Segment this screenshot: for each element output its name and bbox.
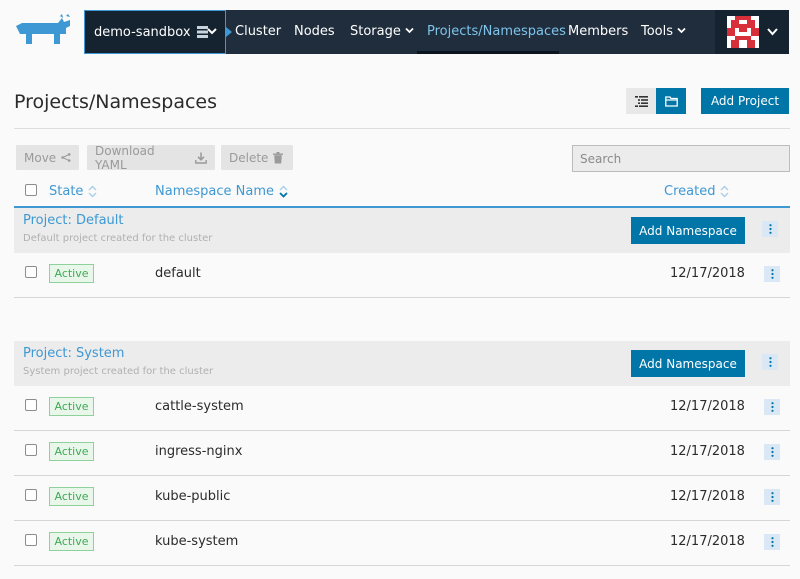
chevron-down-icon: [207, 28, 217, 35]
row-checkbox[interactable]: [25, 399, 37, 411]
nav-storage[interactable]: Storage: [350, 10, 415, 54]
search-input[interactable]: [572, 145, 790, 172]
group-view-button[interactable]: [656, 88, 686, 114]
created-date: 12/17/2018: [670, 444, 745, 459]
add-namespace-button[interactable]: Add Namespace: [631, 217, 745, 244]
sort-icon: [720, 185, 729, 198]
avatar: [727, 16, 759, 48]
list-view-button[interactable]: [626, 88, 656, 114]
trash-icon: [273, 151, 284, 163]
sort-descending-icon: [279, 185, 288, 198]
sort-icon: [88, 185, 97, 198]
status-badge: Active: [49, 442, 94, 461]
nav-tools[interactable]: Tools: [641, 10, 687, 54]
row-checkbox[interactable]: [25, 266, 37, 278]
status-badge: Active: [49, 397, 94, 416]
project-name-link[interactable]: Project: Default: [23, 213, 124, 228]
selector-arrow-icon: [226, 27, 232, 37]
status-badge: Active: [49, 532, 94, 551]
nav-storage-label: Storage: [350, 24, 401, 39]
rancher-logo-icon[interactable]: [14, 14, 76, 48]
add-project-button[interactable]: Add Project: [701, 88, 789, 114]
chevron-down-icon: [677, 27, 686, 34]
cluster-selector[interactable]: demo-sandbox: [84, 10, 226, 54]
user-menu[interactable]: [715, 10, 789, 54]
row-actions-button[interactable]: [764, 489, 780, 505]
table-row: Active kube-public 12/17/2018: [14, 476, 790, 521]
table-row: Active ingress-nginx 12/17/2018: [14, 431, 790, 476]
project-actions-button[interactable]: [762, 354, 778, 370]
active-tab-indicator: [417, 51, 559, 54]
kebab-menu-icon: [770, 492, 774, 502]
row-checkbox[interactable]: [25, 444, 37, 456]
list-tree-icon: [634, 95, 648, 107]
download-icon: [195, 152, 207, 164]
row-actions-button[interactable]: [764, 399, 780, 415]
move-label: Move: [24, 150, 57, 165]
nav-projects-namespaces[interactable]: Projects/Namespaces: [427, 10, 566, 54]
project-header: Project: Default Default project created…: [14, 208, 790, 253]
kebab-menu-icon: [770, 269, 774, 279]
created-date: 12/17/2018: [670, 489, 745, 504]
namespace-name: kube-system: [155, 534, 239, 549]
move-button[interactable]: Move: [16, 145, 79, 170]
view-toggle: [626, 88, 686, 114]
nav-members[interactable]: Members: [568, 10, 628, 54]
kebab-menu-icon: [768, 224, 772, 234]
column-created-label: Created: [664, 184, 716, 199]
row-actions-button[interactable]: [764, 266, 780, 282]
row-checkbox[interactable]: [25, 489, 37, 501]
namespace-name: kube-public: [155, 489, 231, 504]
kebab-menu-icon: [770, 447, 774, 457]
namespace-name: default: [155, 266, 201, 281]
project-description: System project created for the cluster: [23, 366, 214, 377]
namespace-name: ingress-nginx: [155, 444, 243, 459]
project-description: Default project created for the cluster: [23, 233, 213, 244]
kebab-menu-icon: [768, 357, 772, 367]
status-badge: Active: [49, 487, 94, 506]
delete-button[interactable]: Delete: [221, 145, 293, 170]
table-row: Active cattle-system 12/17/2018: [14, 386, 790, 431]
column-state[interactable]: State: [49, 184, 97, 199]
nav-tools-label: Tools: [641, 24, 674, 39]
nav-nodes[interactable]: Nodes: [294, 10, 335, 54]
created-date: 12/17/2018: [670, 399, 745, 414]
namespace-name: cattle-system: [155, 399, 244, 414]
kebab-menu-icon: [770, 402, 774, 412]
delete-label: Delete: [229, 150, 269, 165]
header: demo-sandbox Cluster Nodes Storage Proje…: [0, 0, 800, 64]
table-row: Active kube-system 12/17/2018: [14, 521, 790, 566]
divider: [14, 128, 790, 129]
row-actions-button[interactable]: [764, 444, 780, 460]
folder-icon: [664, 95, 678, 107]
created-date: 12/17/2018: [670, 534, 745, 549]
add-namespace-button[interactable]: Add Namespace: [631, 350, 745, 377]
top-nav: demo-sandbox Cluster Nodes Storage Proje…: [84, 10, 789, 54]
column-namespace-name[interactable]: Namespace Name: [155, 184, 288, 199]
created-date: 12/17/2018: [670, 266, 745, 281]
table-row: Active default 12/17/2018: [14, 253, 790, 298]
chevron-down-icon: [767, 28, 778, 36]
column-name-label: Namespace Name: [155, 184, 274, 199]
select-all-checkbox[interactable]: [25, 184, 37, 196]
project-name-link[interactable]: Project: System: [23, 346, 124, 361]
nav-cluster[interactable]: Cluster: [235, 10, 281, 54]
project-actions-button[interactable]: [762, 221, 778, 237]
status-badge: Active: [49, 264, 94, 283]
column-created[interactable]: Created: [664, 184, 729, 199]
project-header: Project: System System project created f…: [14, 341, 790, 386]
chevron-down-icon: [405, 27, 414, 34]
column-state-label: State: [49, 184, 84, 199]
cluster-name: demo-sandbox: [94, 24, 191, 40]
download-yaml-button[interactable]: Download YAML: [87, 143, 215, 172]
download-yaml-label: Download YAML: [95, 143, 155, 172]
row-checkbox[interactable]: [25, 534, 37, 546]
row-actions-button[interactable]: [764, 534, 780, 550]
share-nodes-icon: [61, 153, 71, 162]
page-title: Projects/Namespaces: [14, 91, 217, 113]
kebab-menu-icon: [770, 537, 774, 547]
